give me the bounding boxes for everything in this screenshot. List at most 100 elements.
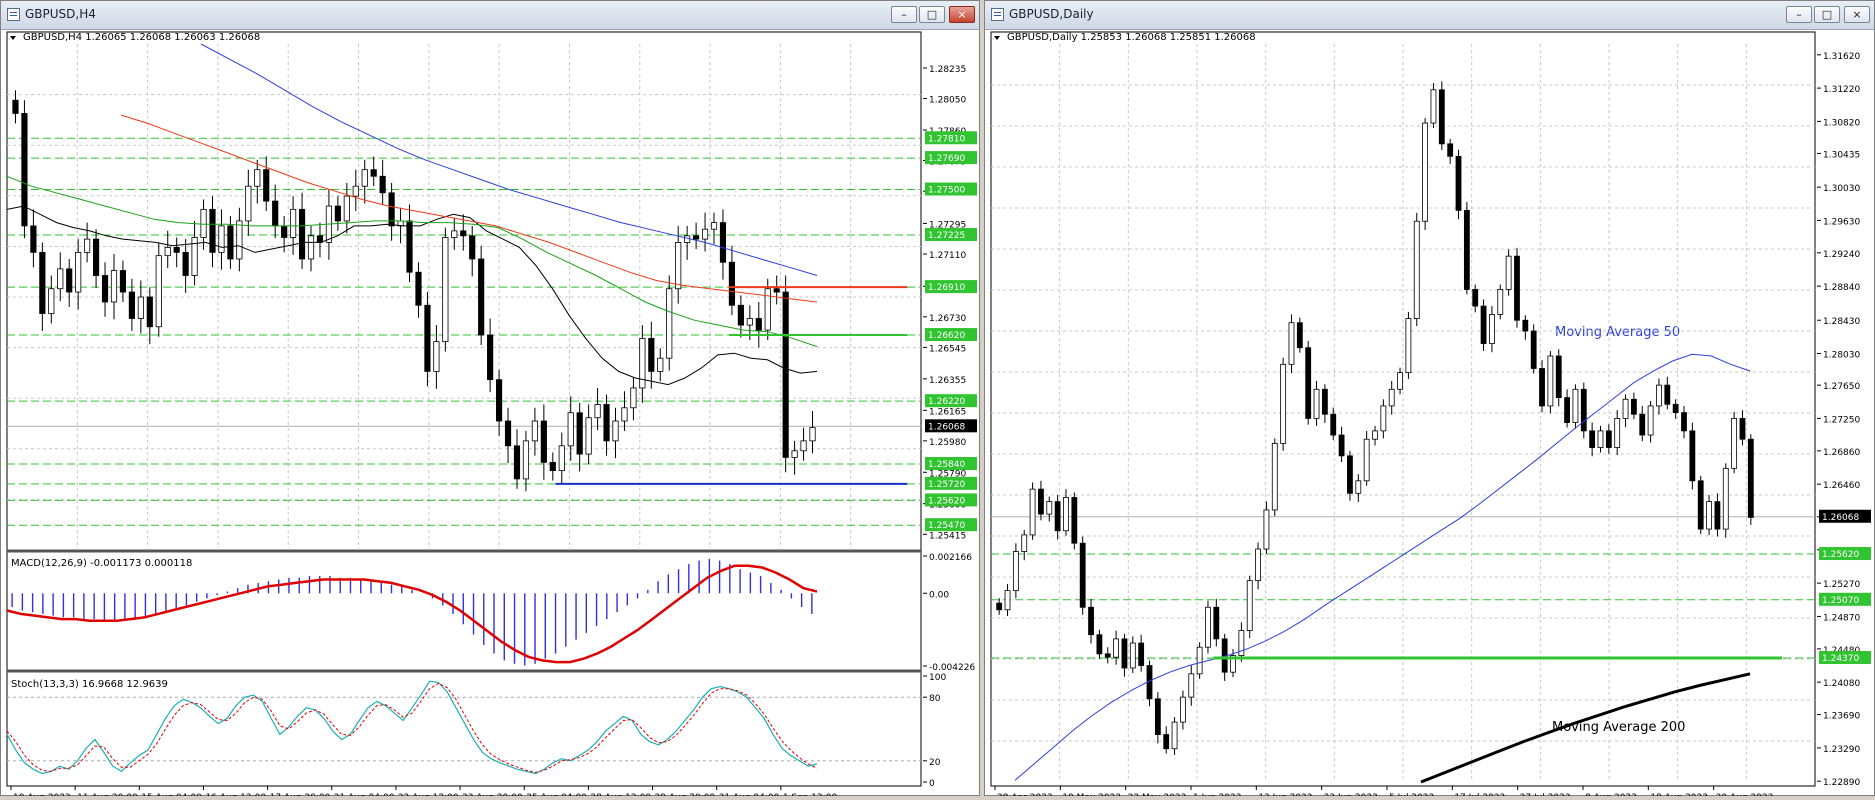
daily-candle — [1305, 347, 1312, 419]
h4-candle — [227, 225, 234, 260]
h4-chart-window[interactable]: GBPUSD,H4 – □ × GBPUSD,H4 1.26065 1.2606… — [0, 0, 980, 800]
daily-axis-tick-label: 1.26460 — [1823, 481, 1860, 491]
h4-level-tag: 1.25840 — [928, 460, 965, 470]
h4-candle — [531, 420, 538, 442]
stoch-axis-tick-label: 20 — [929, 758, 941, 768]
h4-candle — [487, 334, 494, 381]
daily-axis-tick-label: 1.28030 — [1823, 351, 1860, 361]
h4-axis-tick-label: 1.25980 — [929, 438, 966, 448]
daily-candle — [1088, 606, 1094, 636]
macd-axis-tick-label: -0.004226 — [929, 663, 975, 673]
daily-candle — [1739, 418, 1746, 440]
h4-candle — [576, 412, 583, 455]
close-button[interactable]: × — [1844, 6, 1870, 23]
daily-candle — [1046, 501, 1053, 515]
daily-candle — [1213, 606, 1220, 640]
h4-candle — [209, 208, 216, 253]
macd-axis-tick-label: 0.00 — [929, 590, 949, 600]
h4-axis-tick-label: 1.27110 — [929, 251, 966, 261]
h4-candle — [693, 235, 700, 240]
daily-candle — [1572, 388, 1579, 423]
h4-candle — [791, 450, 798, 458]
h4-candle — [343, 195, 350, 222]
daily-candle — [1706, 501, 1712, 530]
h4-axis-tick-label: 1.26730 — [929, 314, 966, 324]
daily-candle — [1647, 405, 1654, 436]
h4-candle — [298, 208, 306, 260]
daily-candle — [1188, 673, 1195, 698]
h4-candle — [290, 208, 297, 238]
h4-candle — [433, 341, 440, 372]
minimize-button[interactable]: – — [1786, 6, 1812, 23]
daily-candle — [1547, 355, 1554, 407]
h4-candle — [30, 225, 37, 253]
daily-candle — [1104, 653, 1111, 658]
daily-candle — [1505, 255, 1512, 290]
h4-window-titlebar[interactable]: GBPUSD,H4 – □ × — [1, 1, 979, 30]
daily-window-titlebar[interactable]: GBPUSD,Daily – □ × — [985, 1, 1874, 30]
daily-candle — [1630, 398, 1637, 415]
daily-axis-tick-label: 1.28430 — [1823, 317, 1860, 327]
daily-axis-tick-label: 1.31620 — [1823, 52, 1860, 62]
daily-candle — [1355, 480, 1362, 494]
daily-axis-tick-label: 1.27250 — [1823, 415, 1860, 425]
daily-candle — [1489, 314, 1495, 344]
daily-candle — [1138, 642, 1145, 666]
daily-candle — [1731, 418, 1738, 469]
h4-candle — [782, 291, 789, 458]
maximize-button[interactable]: □ — [1814, 6, 1840, 23]
h4-candle — [119, 270, 127, 293]
h4-axis-tick-label: 1.26355 — [929, 376, 966, 386]
ma50-label: Moving Average 50 — [1555, 325, 1680, 340]
daily-candle — [996, 602, 1003, 611]
daily-chart-area[interactable]: GBPUSD,Daily 1.25853 1.26068 1.25851 1.2… — [985, 30, 1874, 800]
h4-candle — [764, 288, 771, 331]
daily-candle — [1129, 642, 1136, 669]
h4-level-tag: 1.25620 — [928, 496, 965, 506]
h4-candle — [75, 251, 82, 293]
h4-candle — [612, 420, 619, 442]
h4-chart-svg[interactable]: GBPUSD,H4 1.26065 1.26068 1.26063 1.2606… — [1, 30, 979, 800]
h4-level-tag: 1.27690 — [928, 154, 965, 164]
chart-window-icon — [7, 8, 20, 21]
daily-candle — [1271, 442, 1278, 511]
h4-candle — [155, 255, 162, 328]
daily-candle — [1672, 403, 1679, 413]
h4-axis-tick-label: 1.28235 — [929, 65, 966, 75]
daily-level-tag: 1.25070 — [1822, 596, 1859, 606]
daily-candle — [1205, 606, 1211, 648]
collapse-triangle-icon[interactable] — [994, 36, 1000, 40]
h4-candle — [92, 238, 100, 276]
h4-last-price-tag: 1.26068 — [928, 422, 965, 432]
daily-candle — [1689, 430, 1696, 482]
daily-candle — [1113, 638, 1120, 658]
daily-candle — [1313, 388, 1320, 419]
h4-candle — [755, 318, 762, 331]
maximize-button[interactable]: □ — [919, 6, 945, 23]
macd-axis-tick-label: 0.002166 — [929, 553, 972, 563]
h4-candle — [307, 235, 315, 260]
daily-candle — [1438, 89, 1445, 145]
h4-candle — [648, 337, 655, 372]
daily-candle — [1171, 721, 1178, 750]
daily-candle — [1564, 397, 1570, 423]
daily-candle — [1388, 388, 1395, 407]
stoch-axis-tick-label: 80 — [929, 694, 941, 704]
collapse-triangle-icon[interactable] — [10, 36, 16, 40]
daily-candle — [1063, 497, 1069, 532]
h4-candle — [746, 318, 753, 326]
h4-candle — [442, 237, 449, 343]
h4-ma-red — [120, 114, 818, 303]
daily-candle — [1430, 89, 1437, 124]
h4-chart-area[interactable]: GBPUSD,H4 1.26065 1.26068 1.26063 1.2606… — [1, 30, 979, 800]
h4-candle — [522, 440, 530, 480]
h4-candle — [540, 420, 547, 463]
close-button[interactable]: × — [949, 6, 975, 23]
daily-level-tag: 1.25620 — [1822, 550, 1859, 560]
daily-chart-window[interactable]: GBPUSD,Daily – □ × GBPUSD,Daily 1.25853 … — [984, 0, 1875, 800]
minimize-button[interactable]: – — [891, 6, 917, 23]
daily-candle — [1722, 467, 1729, 530]
daily-chart-svg[interactable]: GBPUSD,Daily 1.25853 1.26068 1.25851 1.2… — [985, 30, 1874, 800]
daily-frame — [990, 31, 1816, 787]
daily-candle — [1480, 305, 1487, 344]
